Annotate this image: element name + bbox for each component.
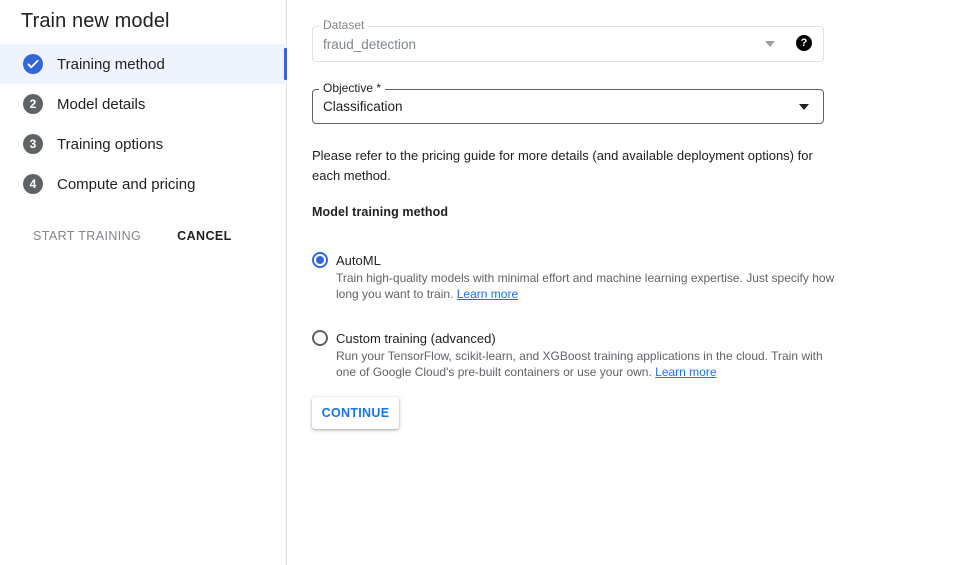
radio-button[interactable] (312, 252, 328, 268)
help-circle-icon[interactable]: ? (796, 35, 812, 51)
step-number: 4 (23, 174, 43, 194)
step-label: Model details (57, 95, 146, 113)
step-label: Compute and pricing (57, 175, 196, 193)
step-number: 2 (23, 94, 43, 114)
step-training-options[interactable]: 3 Training options (0, 124, 287, 164)
check-icon (23, 54, 43, 74)
train-new-model-page: Train new model Training method 2 Model … (0, 0, 975, 565)
radio-title: AutoML (336, 253, 381, 268)
step-training-method[interactable]: Training method (0, 44, 287, 84)
objective-value: Classification (323, 99, 403, 114)
radio-button[interactable] (312, 330, 328, 346)
step-label: Training options (57, 135, 164, 153)
objective-select[interactable]: Objective * Classification (312, 81, 824, 124)
dataset-value: fraud_detection (323, 37, 417, 52)
pricing-note: Please refer to the pricing guide for mo… (312, 148, 813, 183)
objective-label: Objective * (319, 81, 386, 95)
dataset-select[interactable]: Dataset fraud_detection ? (312, 18, 824, 62)
continue-button[interactable]: CONTINUE (312, 397, 399, 429)
sidebar-actions: START TRAINING CANCEL (21, 224, 244, 248)
training-method-panel: Dataset fraud_detection ? Objective * Cl… (288, 0, 975, 565)
description-text: Run your TensorFlow, scikit-learn, and X… (336, 349, 823, 379)
radio-description: Train high-quality models with minimal e… (336, 270, 836, 302)
dropdown-arrow-icon (799, 104, 809, 110)
step-number: 3 (23, 134, 43, 154)
method-heading: Model training method (312, 205, 449, 219)
start-training-button[interactable]: START TRAINING (21, 224, 153, 248)
learn-more-link[interactable]: Learn more (457, 287, 518, 301)
description-text: Train high-quality models with minimal e… (336, 271, 835, 301)
dropdown-arrow-icon (765, 41, 775, 47)
step-label: Training method (57, 55, 165, 73)
page-title: Train new model (21, 10, 170, 32)
radio-title: Custom training (advanced) (336, 331, 496, 346)
dataset-label: Dataset (319, 18, 369, 32)
learn-more-link[interactable]: Learn more (655, 365, 716, 379)
cancel-button[interactable]: CANCEL (165, 224, 243, 248)
stepper-sidebar: Train new model Training method 2 Model … (0, 0, 287, 565)
step-compute-and-pricing[interactable]: 4 Compute and pricing (0, 164, 287, 204)
step-model-details[interactable]: 2 Model details (0, 84, 287, 124)
radio-description: Run your TensorFlow, scikit-learn, and X… (336, 348, 836, 380)
